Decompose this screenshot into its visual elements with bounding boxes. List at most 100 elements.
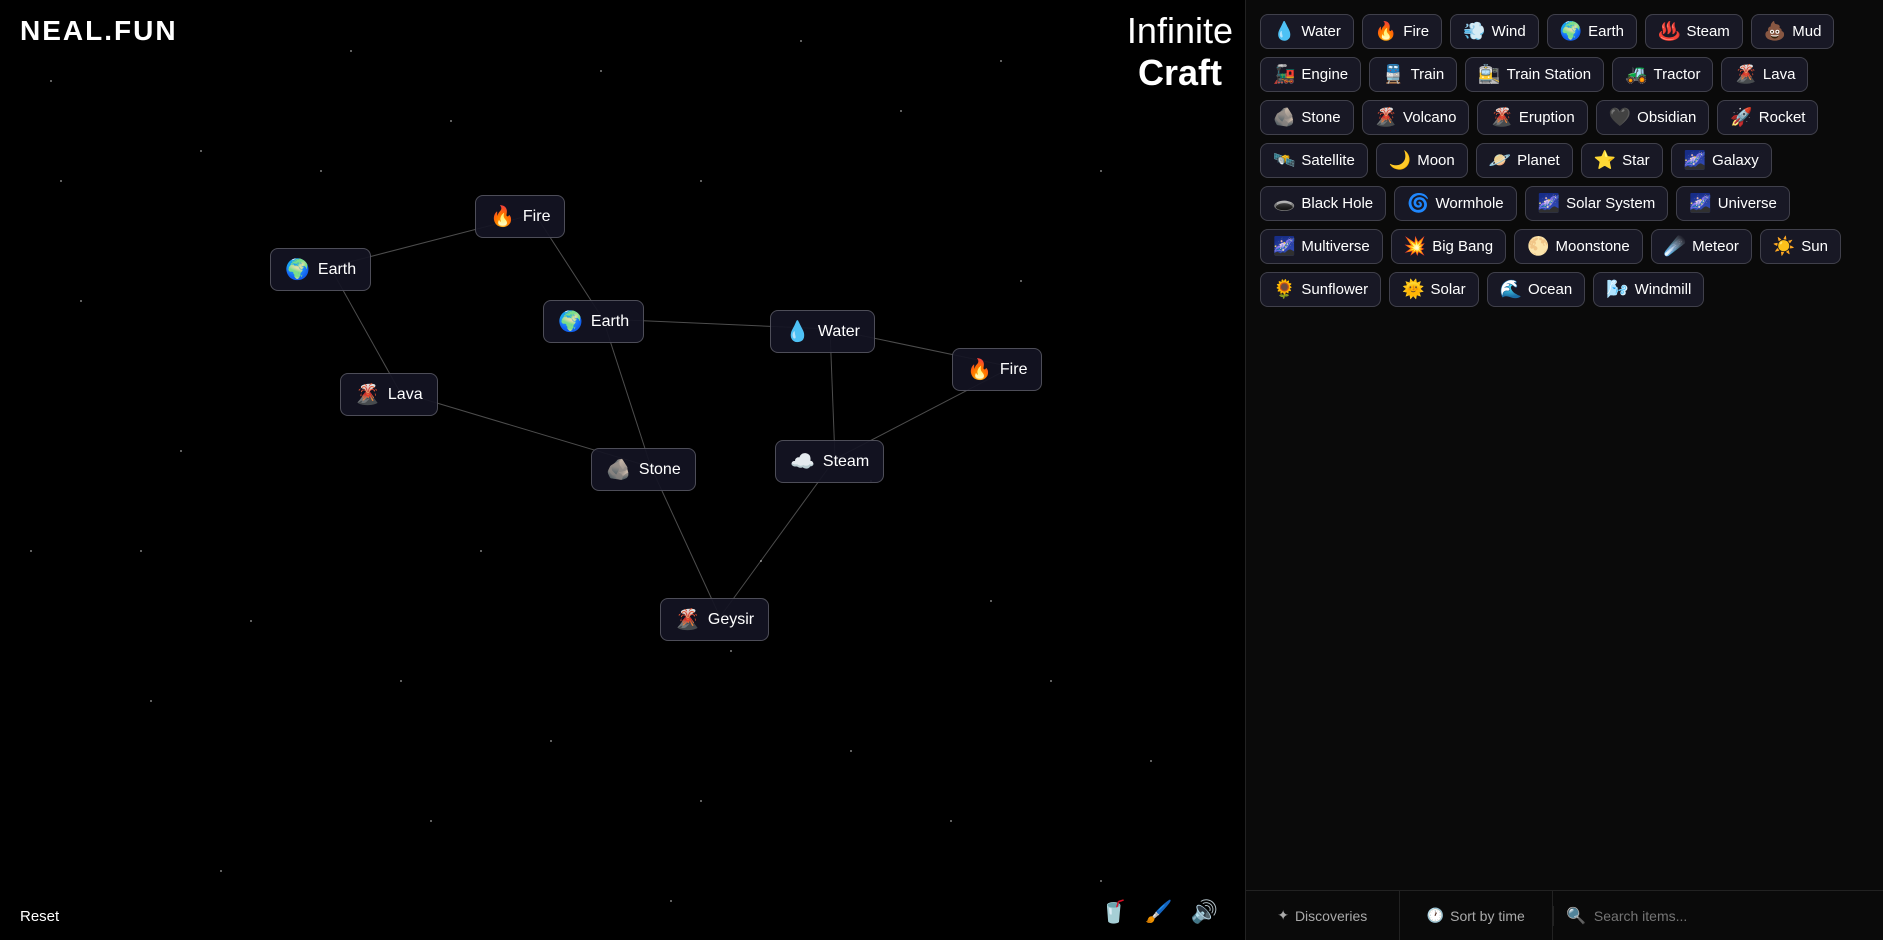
sidebar-item-label-4: Steam — [1686, 23, 1729, 40]
sidebar-item-emoji-17: 🌙 — [1389, 150, 1411, 171]
sidebar-footer: ✦ Discoveries 🕐 Sort by time 🔍 — [1246, 890, 1883, 940]
sidebar-item-emoji-18: 🪐 — [1489, 150, 1511, 171]
node-stone1[interactable]: 🪨Stone — [591, 448, 696, 491]
node-water1[interactable]: 💧Water — [770, 310, 875, 353]
sidebar-item-galaxy[interactable]: 🌌Galaxy — [1671, 143, 1772, 178]
node-emoji-earth2: 🌍 — [558, 309, 583, 334]
node-label-lava1: Lava — [388, 386, 423, 404]
sidebar-item-stone[interactable]: 🪨Stone — [1260, 100, 1354, 135]
sidebar-item-label-14: Obsidian — [1637, 109, 1696, 126]
sidebar-item-solar-system[interactable]: 🌌Solar System — [1525, 186, 1669, 221]
sidebar-item-emoji-14: 🖤 — [1609, 107, 1631, 128]
sidebar-item-moonstone[interactable]: 🌕Moonstone — [1514, 229, 1643, 264]
sidebar-item-emoji-32: 🌊 — [1500, 279, 1522, 300]
sidebar-item-black-hole[interactable]: 🕳️ Black Hole — [1260, 186, 1386, 221]
sidebar-item-water[interactable]: 💧 Water — [1260, 14, 1354, 49]
sidebar-item-tractor[interactable]: 🚜Tractor — [1612, 57, 1713, 92]
sidebar-item-emoji-8: 🚉 — [1478, 64, 1500, 85]
sidebar-item-satellite[interactable]: 🛰️Satellite — [1260, 143, 1368, 178]
sidebar-item-label-0: Water — [1301, 23, 1340, 40]
discoveries-icon: ✦ — [1277, 907, 1289, 924]
sidebar-item-ocean[interactable]: 🌊 Ocean — [1487, 272, 1586, 307]
sidebar-item-obsidian[interactable]: 🖤 Obsidian — [1596, 100, 1710, 135]
node-label-earth1: Earth — [318, 261, 356, 279]
sidebar-item-engine[interactable]: 🚂Engine — [1260, 57, 1361, 92]
search-icon: 🔍 — [1566, 906, 1586, 926]
node-lava1[interactable]: 🌋 Lava — [340, 373, 438, 416]
sidebar-item-solar[interactable]: 🌞Solar — [1389, 272, 1478, 307]
node-emoji-lava1: 🌋 — [355, 382, 380, 407]
sidebar: 💧 Water 🔥Fire💨Wind🌍Earth♨️Steam💩Mud 🚂Engine… — [1245, 0, 1883, 940]
sort-tab[interactable]: 🕐 Sort by time — [1400, 891, 1554, 940]
sidebar-item-wind[interactable]: 💨Wind — [1450, 14, 1539, 49]
sidebar-item-emoji-26: 💥 — [1404, 236, 1426, 257]
sidebar-item-emoji-28: ☄️ — [1664, 236, 1686, 257]
node-fire2[interactable]: 🔥Fire — [952, 348, 1042, 391]
sidebar-item-emoji-31: 🌞 — [1402, 279, 1424, 300]
sidebar-item-sun[interactable]: ☀️Sun — [1760, 229, 1841, 264]
sidebar-item-earth[interactable]: 🌍Earth — [1547, 14, 1637, 49]
sort-label: Sort by time — [1450, 908, 1525, 924]
node-earth2[interactable]: 🌍Earth — [543, 300, 644, 343]
sidebar-item-eruption[interactable]: 🌋Eruption — [1477, 100, 1587, 135]
sidebar-item-label-19: Star — [1622, 152, 1650, 169]
sidebar-item-fire[interactable]: 🔥Fire — [1362, 14, 1442, 49]
craft-canvas[interactable]: 🔥Fire🌍Earth🌍Earth💧Water🔥Fire🌋Lava🪨Stone☁… — [0, 0, 1245, 940]
node-geysir1[interactable]: 🌋Geysir — [660, 598, 769, 641]
sidebar-item-star[interactable]: ⭐Star — [1581, 143, 1663, 178]
sidebar-item-emoji-1: 🔥 — [1375, 21, 1397, 42]
sidebar-item-multiverse[interactable]: 🌌Multiverse — [1260, 229, 1383, 264]
node-label-stone1: Stone — [639, 461, 681, 479]
sidebar-item-meteor[interactable]: ☄️Meteor — [1651, 229, 1752, 264]
sidebar-item-emoji-21: 🕳️ — [1273, 193, 1295, 214]
sidebar-item-label-32: Ocean — [1528, 281, 1572, 298]
sidebar-item-emoji-3: 🌍 — [1560, 21, 1582, 42]
sidebar-item-mud[interactable]: 💩Mud — [1751, 14, 1835, 49]
sidebar-item-sunflower[interactable]: 🌻 Sunflower — [1260, 272, 1381, 307]
sound-icon[interactable]: 🔊 — [1191, 899, 1218, 925]
sidebar-item-label-22: Wormhole — [1436, 195, 1504, 212]
sidebar-item-emoji-0: 💧 — [1273, 21, 1295, 42]
sidebar-item-label-16: Satellite — [1301, 152, 1354, 169]
sidebar-item-label-12: Volcano — [1403, 109, 1456, 126]
node-label-geysir1: Geysir — [708, 611, 754, 629]
sidebar-item-label-6: Engine — [1301, 66, 1348, 83]
sidebar-item-moon[interactable]: 🌙 Moon — [1376, 143, 1468, 178]
sidebar-item-label-21: Black Hole — [1301, 195, 1373, 212]
search-input[interactable] — [1594, 908, 1871, 924]
sidebar-item-train[interactable]: 🚆Train — [1369, 57, 1457, 92]
title-craft: Craft — [1127, 52, 1233, 94]
sidebar-item-train-station[interactable]: 🚉Train Station — [1465, 57, 1604, 92]
cup-icon[interactable]: 🥤 — [1100, 899, 1127, 925]
node-emoji-fire1: 🔥 — [490, 204, 515, 229]
sidebar-item-big-bang[interactable]: 💥 Big Bang — [1391, 229, 1506, 264]
sidebar-item-wormhole[interactable]: 🌀Wormhole — [1394, 186, 1517, 221]
brush-icon[interactable]: 🖌️ — [1145, 899, 1172, 925]
sidebar-item-emoji-27: 🌕 — [1527, 236, 1549, 257]
sidebar-item-planet[interactable]: 🪐Planet — [1476, 143, 1573, 178]
sidebar-item-volcano[interactable]: 🌋Volcano — [1362, 100, 1470, 135]
sidebar-item-emoji-10: 🌋 — [1734, 64, 1756, 85]
sidebar-item-label-26: Big Bang — [1432, 238, 1493, 255]
sidebar-item-label-17: Moon — [1417, 152, 1455, 169]
sidebar-item-label-9: Tractor — [1654, 66, 1701, 83]
title-infinite: Infinite — [1127, 10, 1233, 52]
reset-button[interactable]: Reset — [20, 908, 59, 925]
discoveries-tab[interactable]: ✦ Discoveries — [1246, 891, 1400, 940]
node-earth1[interactable]: 🌍Earth — [270, 248, 371, 291]
node-emoji-steam1: ☁️ — [790, 449, 815, 474]
node-fire1[interactable]: 🔥 Fire — [475, 195, 565, 238]
sidebar-item-emoji-13: 🌋 — [1490, 107, 1512, 128]
sidebar-item-rocket[interactable]: 🚀Rocket — [1717, 100, 1818, 135]
sidebar-item-emoji-33: 🌬️ — [1606, 279, 1628, 300]
sidebar-item-label-30: Sunflower — [1301, 281, 1368, 298]
sidebar-item-label-24: Universe — [1718, 195, 1777, 212]
sidebar-item-windmill[interactable]: 🌬️Windmill — [1593, 272, 1704, 307]
sidebar-item-universe[interactable]: 🌌Universe — [1676, 186, 1790, 221]
sidebar-item-emoji-23: 🌌 — [1538, 193, 1560, 214]
node-steam1[interactable]: ☁️Steam — [775, 440, 884, 483]
sidebar-item-lava[interactable]: 🌋Lava — [1721, 57, 1808, 92]
sidebar-item-steam[interactable]: ♨️Steam — [1645, 14, 1743, 49]
node-label-fire1: Fire — [523, 208, 551, 226]
sidebar-item-emoji-30: 🌻 — [1273, 279, 1295, 300]
